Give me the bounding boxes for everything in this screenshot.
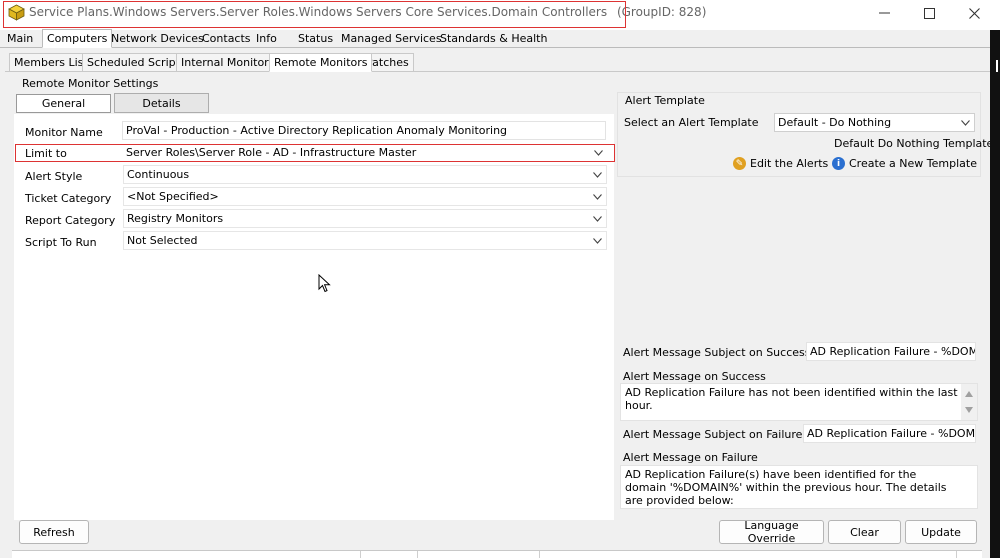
limit-to-select[interactable]: Server Roles\Server Role - AD - Infrastr… <box>123 144 607 162</box>
tab-status[interactable]: Status <box>293 29 338 48</box>
general-tab-button[interactable]: General <box>16 94 111 113</box>
maximize-icon <box>923 7 935 19</box>
failure-subject-input[interactable]: AD Replication Failure - %DOMAIN% <box>803 424 976 443</box>
mouse-cursor-icon <box>318 274 331 293</box>
details-tab-button[interactable]: Details <box>114 93 209 113</box>
main-tab-divider <box>0 47 1000 48</box>
success-body-label: Alert Message on Success <box>623 370 766 383</box>
column-divider <box>539 551 540 558</box>
tab-remote-monitors[interactable]: Remote Monitors <box>269 53 373 72</box>
tab-computers[interactable]: Computers <box>42 29 113 48</box>
monitor-name-input[interactable]: ProVal - Production - Active Directory R… <box>122 121 606 140</box>
create-template-link[interactable]: i Create a New Template <box>832 157 977 170</box>
script-to-run-value: Not Selected <box>127 234 198 247</box>
create-template-label: Create a New Template <box>849 157 977 170</box>
success-body-textarea[interactable]: AD Replication Failure has not been iden… <box>620 383 978 421</box>
script-to-run-select[interactable]: Not Selected <box>123 231 607 250</box>
chevron-down-icon <box>961 114 970 131</box>
close-button[interactable] <box>954 2 994 24</box>
limit-to-label: Limit to <box>25 147 67 160</box>
tab-internal-monitors[interactable]: Internal Monitors <box>176 53 280 72</box>
main-tab-bar: Main Computers Network Devices Contacts … <box>0 29 1000 49</box>
report-category-select[interactable]: Registry Monitors <box>123 209 607 228</box>
ticket-category-select[interactable]: <Not Specified> <box>123 187 607 206</box>
tab-contacts[interactable]: Contacts <box>197 29 256 48</box>
edge-mark <box>996 60 998 72</box>
close-icon <box>968 7 980 19</box>
minimize-button[interactable] <box>864 2 904 24</box>
failure-subject-label: Alert Message Subject on Failure: <box>623 428 807 441</box>
success-body-scrollbar[interactable] <box>961 384 977 420</box>
tab-managed-services[interactable]: Managed Services <box>336 29 447 48</box>
alert-template-select-label: Select an Alert Template <box>624 116 759 129</box>
edit-alerts-link[interactable]: ✎ Edit the Alerts <box>733 157 828 170</box>
window-group-id: (GroupID: 828) <box>616 5 707 19</box>
success-subject-input[interactable]: AD Replication Failure - %DOMAIN <box>806 342 976 361</box>
monitor-name-label: Monitor Name <box>25 126 103 139</box>
alert-template-name: Default Do Nothing Template <box>834 137 994 150</box>
tab-scheduled-scripts[interactable]: Scheduled Scripts <box>82 53 191 72</box>
minimize-icon <box>878 12 890 14</box>
column-divider <box>956 551 957 558</box>
clear-button[interactable]: Clear <box>828 520 901 544</box>
success-body-text: AD Replication Failure has not been iden… <box>625 386 958 412</box>
column-divider <box>417 551 418 558</box>
script-to-run-label: Script To Run <box>25 236 97 249</box>
alert-template-title: Alert Template <box>625 94 705 107</box>
chevron-down-icon <box>593 166 602 183</box>
tab-members-list[interactable]: Members List <box>9 53 93 72</box>
failure-body-label: Alert Message on Failure <box>623 451 758 464</box>
scroll-arrows-icon <box>965 391 973 413</box>
column-divider <box>360 551 361 558</box>
maximize-button[interactable] <box>909 2 949 24</box>
update-button[interactable]: Update <box>905 520 977 544</box>
tab-main[interactable]: Main <box>2 29 38 48</box>
edit-icon: ✎ <box>733 157 746 170</box>
alert-style-value: Continuous <box>127 168 190 181</box>
group-box-title: Remote Monitor Settings <box>22 77 159 90</box>
info-icon: i <box>832 157 845 170</box>
alert-style-label: Alert Style <box>25 170 83 183</box>
report-category-value: Registry Monitors <box>127 212 224 225</box>
tab-info[interactable]: Info <box>251 29 282 48</box>
alert-template-select[interactable]: Default - Do Nothing <box>774 113 975 132</box>
chevron-down-icon <box>593 188 602 205</box>
ticket-category-value: <Not Specified> <box>127 190 219 203</box>
chevron-down-icon <box>593 232 602 249</box>
sub-tab-divider <box>5 71 995 72</box>
alert-template-selected: Default - Do Nothing <box>778 116 892 129</box>
tab-network-devices[interactable]: Network Devices <box>106 29 209 48</box>
tab-standards-health[interactable]: Standards & Health <box>435 29 552 48</box>
title-highlight-box <box>3 1 626 28</box>
window-edge <box>990 30 1000 558</box>
bottom-list-header <box>12 550 982 558</box>
failure-body-textarea[interactable]: AD Replication Failure(s) have been iden… <box>620 465 978 509</box>
report-category-label: Report Category <box>25 214 116 227</box>
alert-style-select[interactable]: Continuous <box>123 165 607 184</box>
chevron-down-icon <box>593 210 602 227</box>
edit-alerts-label: Edit the Alerts <box>750 157 829 170</box>
success-subject-label: Alert Message Subject on Success: <box>623 346 815 359</box>
language-override-button[interactable]: Language Override <box>719 519 824 545</box>
failure-body-text: AD Replication Failure(s) have been iden… <box>625 468 947 507</box>
sub-tab-bar: Members List Scheduled Scripts Internal … <box>0 53 1000 73</box>
refresh-button[interactable]: Refresh <box>19 520 89 544</box>
chevron-down-icon <box>594 144 603 162</box>
limit-to-value: Server Roles\Server Role - AD - Infrastr… <box>126 146 417 159</box>
ticket-category-label: Ticket Category <box>25 192 112 205</box>
